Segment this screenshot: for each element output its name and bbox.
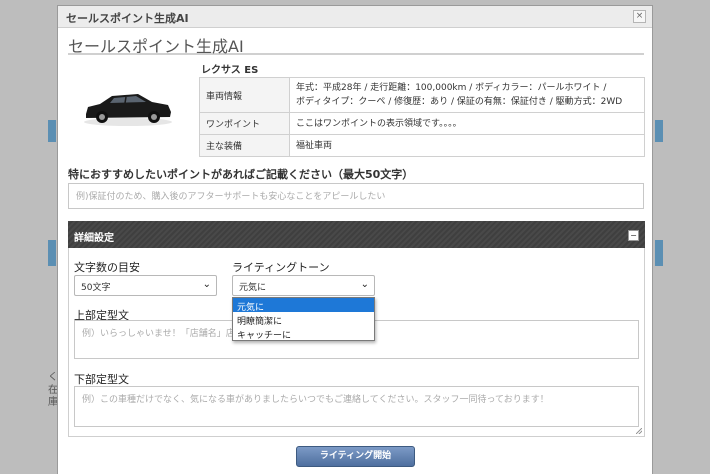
info-value-equipment: 福祉車両 [289,134,645,157]
background-tab-right-1 [655,120,663,142]
footer-text-label: 下部定型文 [74,373,129,386]
background-tab-left-2 [48,240,56,266]
vehicle-info-table: 車両情報 年式：平成28年 / 走行距離：100,000km / ボディカラー：… [199,77,645,157]
tone-select[interactable]: 元気に ⌄ [232,275,375,296]
tone-dropdown-list: 元気に 明瞭簡潔に キャッチーに [232,297,375,341]
background-tab-left-1 [48,120,56,142]
info-label-onepoint: ワンポイント [199,112,290,135]
footer-text-input[interactable]: 例）この車種だけでなく、気になる車がありましたらいつでもご連絡してください。スタ… [74,386,639,427]
vehicle-spec-line-2: ボディタイプ：クーペ / 修復歴：あり / 保証の有無：保証付き / 駆動方式：… [296,97,623,107]
dialog-title: セールスポイント生成AI [66,12,189,25]
info-label-vehicle: 車両情報 [199,77,290,113]
info-label-equipment: 主な装備 [199,134,290,157]
dialog-titlebar[interactable]: セールスポイント生成AI × [58,6,652,28]
char-count-label: 文字数の目安 [74,261,140,274]
sales-point-dialog: セールスポイント生成AI × セールスポイント生成AI レクサス ES 車両情報… [57,5,653,474]
chevron-down-icon: ⌄ [360,279,369,290]
tone-option-catchy[interactable]: キャッチーに [233,326,374,341]
info-value-onepoint: ここはワンポイントの表示領域です。。。。 [289,112,645,135]
detail-settings-header[interactable]: 詳細設定 − [68,221,645,248]
chevron-down-icon: ⌄ [202,279,211,290]
info-value-vehicle: 年式：平成28年 / 走行距離：100,000km / ボディカラー：パールホワ… [289,77,645,113]
tone-option-meiryo[interactable]: 明瞭簡潔に [233,312,374,327]
background-tab-right-2 [655,240,663,266]
detail-settings-title: 詳細設定 [74,233,114,244]
points-label: 特におすすめしたいポイントがあればご記載ください（最大50文字） [68,168,414,181]
table-row: ワンポイント ここはワンポイントの表示領域です。。。。 [199,112,645,135]
close-button[interactable]: × [633,10,646,23]
vehicle-spec-line-1: 年式：平成28年 / 走行距離：100,000km / ボディカラー：パールホワ… [296,83,607,93]
char-count-value: 50文字 [81,283,111,293]
tone-value: 元気に [239,283,267,293]
collapse-icon[interactable]: − [628,230,639,241]
vehicle-name: レクサス ES [201,65,259,76]
start-writing-button[interactable]: ライティング開始 [296,446,415,467]
tone-option-genki[interactable]: 元気に [233,298,374,313]
page-title: セールスポイント生成AI [68,33,644,56]
points-input[interactable]: 例)保証付のため、購入後のアフターサポートも安心なことをアピールしたい [68,183,644,209]
table-row: 主な装備 福祉車両 [199,134,645,157]
char-count-select[interactable]: 50文字 ⌄ [74,275,217,296]
panel-resize-icon [636,428,642,434]
car-image [84,94,172,126]
tone-label: ライティングトーン [232,261,330,274]
table-row: 車両情報 年式：平成28年 / 走行距離：100,000km / ボディカラー：… [199,77,645,113]
